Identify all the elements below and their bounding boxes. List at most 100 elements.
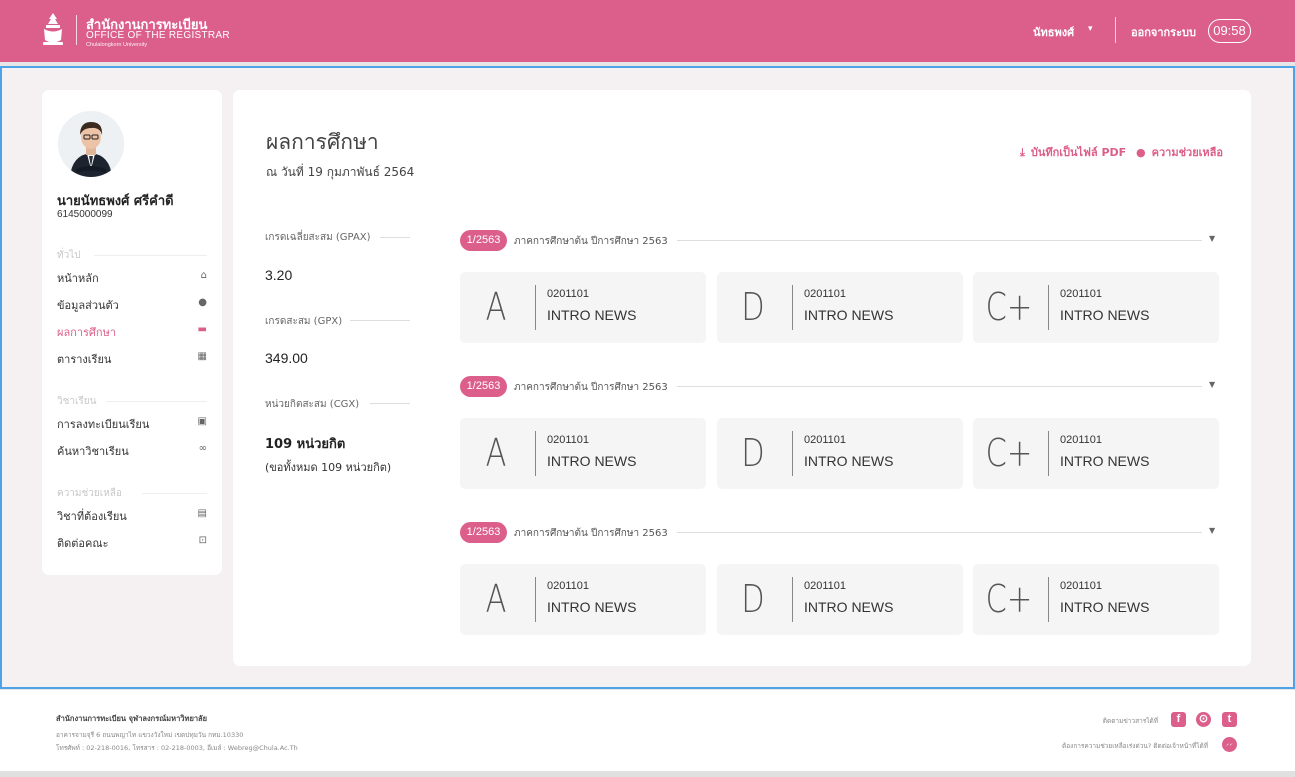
main-panel: ผลการศึกษา ณ วันที่ 19 กุมภาพันธ์ 2564 ⤓…: [233, 90, 1251, 666]
grade-letter: C+: [985, 431, 1033, 475]
user-menu-button[interactable]: นัทธพงศ์: [1033, 23, 1074, 41]
course-card[interactable]: D 0201101 INTRO NEWS: [717, 418, 963, 489]
info-icon: ●: [1136, 146, 1146, 159]
bottom-strip: [0, 771, 1295, 777]
footer-help-text: ต้องการความช่วยเหลือเร่งด่วน? ติดต่อเจ้า…: [1062, 742, 1208, 750]
term-label: ภาคการศึกษาต้น ปีการศึกษา 2563: [514, 528, 668, 539]
term-label: ภาคการศึกษาต้น ปีการศึกษา 2563: [514, 382, 668, 393]
header-divider: [1115, 17, 1116, 43]
grade-letter: A: [485, 577, 507, 621]
messenger-icon[interactable]: [1222, 737, 1237, 752]
term-block: 1/2563 ภาคการศึกษาต้น ปีการศึกษา 2563 ▼ …: [460, 522, 1220, 635]
term-header[interactable]: 1/2563 ภาคการศึกษาต้น ปีการศึกษา 2563 ▼: [460, 522, 1220, 544]
course-code: 0201101: [804, 434, 847, 446]
twitter-icon[interactable]: t: [1222, 712, 1237, 727]
sidebar-item-timetable[interactable]: ตารางเรียน ▦: [57, 350, 207, 368]
calendar-icon: ▦: [197, 351, 207, 362]
facebook-icon[interactable]: f: [1171, 712, 1186, 727]
sidebar-item-label: หน้าหลัก: [57, 272, 99, 285]
course-divider: [1048, 431, 1049, 476]
help-button[interactable]: ● ความช่วยเหลือ: [1136, 143, 1223, 161]
term-badge: 1/2563: [460, 376, 507, 397]
course-card[interactable]: C+ 0201101 INTRO NEWS: [973, 272, 1219, 343]
course-code: 0201101: [804, 288, 847, 300]
stat-divider: [350, 320, 410, 321]
course-name: INTRO NEWS: [547, 599, 637, 615]
stat-divider: [370, 403, 410, 404]
line-icon[interactable]: ⊙: [1196, 712, 1211, 727]
term-divider: [677, 240, 1202, 241]
save-pdf-label: บันทึกเป็นไฟล์ PDF: [1030, 146, 1127, 159]
sidebar-item-profile[interactable]: ข้อมูลส่วนตัว ●: [57, 296, 207, 314]
calendar-check-icon: ▣: [197, 416, 207, 427]
course-card[interactable]: C+ 0201101 INTRO NEWS: [973, 418, 1219, 489]
footer-address: อาคารจามจุรี 6 ถนนพญาไท แขวงวังใหม่ เขตป…: [56, 731, 244, 739]
course-name: INTRO NEWS: [804, 453, 894, 469]
section-divider: [106, 401, 207, 402]
chevron-down-icon[interactable]: ▼: [1209, 234, 1215, 243]
footer-org: สำนักงานการทะเบียน จุฬาลงกรณ์มหาวิทยาลัย: [56, 714, 208, 723]
logout-button[interactable]: ออกจากระบบ: [1131, 23, 1196, 41]
sidebar-item-label: ติดต่อคณะ: [57, 537, 109, 550]
org-subname: Chulalongkorn University: [86, 42, 148, 48]
home-icon: ⌂: [200, 270, 207, 281]
course-code: 0201101: [1060, 580, 1103, 592]
course-code: 0201101: [547, 288, 590, 300]
course-name: INTRO NEWS: [1060, 453, 1150, 469]
course-card[interactable]: A 0201101 INTRO NEWS: [460, 272, 706, 343]
sidebar-item-label: ข้อมูลส่วนตัว: [57, 299, 119, 312]
page-date: ณ วันที่ 19 กุมภาพันธ์ 2564: [266, 165, 415, 179]
course-name: INTRO NEWS: [547, 453, 637, 469]
student-id: 6145000099: [57, 209, 113, 220]
sidebar-item-label: การลงทะเบียนเรียน: [57, 418, 150, 431]
term-badge: 1/2563: [460, 522, 507, 543]
sidebar-item-home[interactable]: หน้าหลัก ⌂: [57, 269, 207, 287]
sidebar-section-help: ความช่วยเหลือ: [57, 488, 122, 499]
course-code: 0201101: [804, 580, 847, 592]
course-card[interactable]: C+ 0201101 INTRO NEWS: [973, 564, 1219, 635]
sidebar-section-courses: วิชาเรียน: [57, 396, 97, 407]
term-block: 1/2563 ภาคการศึกษาต้น ปีการศึกษา 2563 ▼ …: [460, 230, 1220, 343]
course-divider: [1048, 577, 1049, 622]
sidebar-item-grades[interactable]: ผลการศึกษา ▬: [57, 323, 207, 341]
cgx-value: 109 หน่วยกิต: [265, 437, 346, 452]
save-pdf-button[interactable]: ⤓ บันทึกเป็นไฟล์ PDF: [1020, 143, 1126, 161]
stat-divider: [380, 237, 410, 238]
term-label: ภาคการศึกษาต้น ปีการศึกษา 2563: [514, 236, 668, 247]
avatar: [58, 111, 124, 177]
binoculars-icon: ∞: [198, 443, 207, 454]
sidebar-item-course-search[interactable]: ค้นหาวิชาเรียน ∞: [57, 442, 207, 460]
grade-letter: C+: [985, 285, 1033, 329]
course-code: 0201101: [547, 434, 590, 446]
term-block: 1/2563 ภาคการศึกษาต้น ปีการศึกษา 2563 ▼ …: [460, 376, 1220, 489]
download-icon: ⤓: [1020, 146, 1025, 159]
term-divider: [677, 532, 1202, 533]
cgx-note: (ขอทั้งหมด 109 หน่วยกิต): [265, 461, 392, 474]
sidebar-item-registration[interactable]: การลงทะเบียนเรียน ▣: [57, 415, 207, 433]
sidebar-item-required-courses[interactable]: วิชาที่ต้องเรียน ▤: [57, 507, 207, 525]
course-name: INTRO NEWS: [547, 307, 637, 323]
sidebar-item-label: ตารางเรียน: [57, 353, 112, 366]
gpx-value: 349.00: [265, 350, 308, 366]
sidebar-section-general: ทั่วไป: [57, 250, 81, 261]
sidebar-item-label: ผลการศึกษา: [57, 326, 117, 339]
chula-seal-icon: [40, 12, 66, 48]
sidebar-item-label: ค้นหาวิชาเรียน: [57, 445, 129, 458]
student-name: นายนัทธพงศ์ ศรีคำดี: [57, 194, 174, 209]
sidebar: นายนัทธพงศ์ ศรีคำดี 6145000099 ทั่วไป หน…: [42, 90, 222, 575]
term-header[interactable]: 1/2563 ภาคการศึกษาต้น ปีการศึกษา 2563 ▼: [460, 376, 1220, 398]
footer-follow-text: ติดตามข่าวสารได้ที่: [1102, 717, 1158, 725]
course-card[interactable]: A 0201101 INTRO NEWS: [460, 564, 706, 635]
term-header[interactable]: 1/2563 ภาคการศึกษาต้น ปีการศึกษา 2563 ▼: [460, 230, 1220, 252]
chevron-down-icon[interactable]: ▾: [1088, 24, 1093, 34]
course-card[interactable]: A 0201101 INTRO NEWS: [460, 418, 706, 489]
course-card[interactable]: D 0201101 INTRO NEWS: [717, 564, 963, 635]
course-card[interactable]: D 0201101 INTRO NEWS: [717, 272, 963, 343]
help-label: ความช่วยเหลือ: [1151, 146, 1224, 159]
grade-letter: D: [741, 577, 765, 621]
chevron-down-icon[interactable]: ▼: [1209, 380, 1215, 389]
sidebar-item-contact-faculty[interactable]: ติดต่อคณะ ⊡: [57, 534, 207, 552]
chevron-down-icon[interactable]: ▼: [1209, 526, 1215, 535]
course-divider: [535, 431, 536, 476]
term-badge: 1/2563: [460, 230, 507, 251]
